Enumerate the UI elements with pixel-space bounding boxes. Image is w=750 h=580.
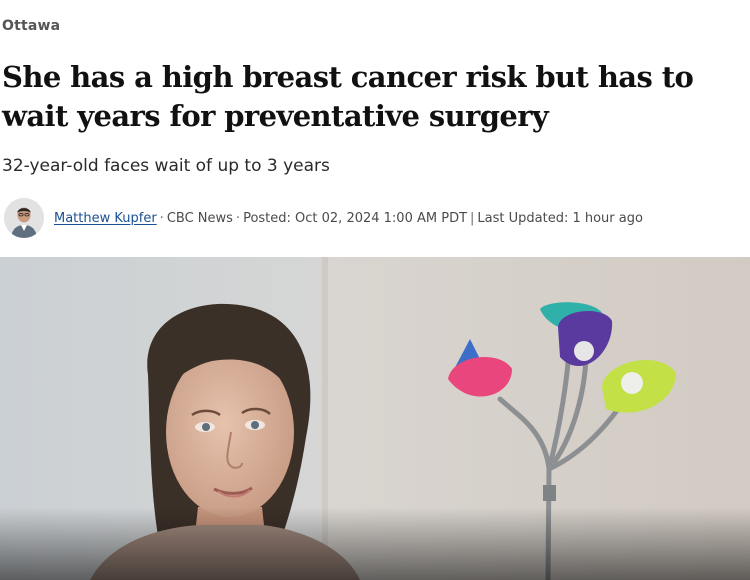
hero-video-frame[interactable] (0, 257, 750, 580)
outlet-name: CBC News (166, 210, 233, 226)
author-link[interactable]: Matthew Kupfer (54, 211, 157, 226)
byline-separator: · (235, 210, 241, 226)
author-avatar-icon (4, 198, 44, 238)
article-headline: She has a high breast cancer risk but ha… (2, 60, 694, 133)
byline-separator: · (159, 210, 164, 226)
hero-image (0, 257, 750, 580)
byline: Matthew Kupfer · CBC News · Posted: Oct … (4, 198, 744, 238)
article-subheadline: 32-year-old faces wait of up to 3 years (2, 156, 330, 176)
author-avatar[interactable] (4, 198, 44, 238)
posted-timestamp: Posted: Oct 02, 2024 1:00 AM PDT (243, 210, 468, 226)
last-updated: Last Updated: 1 hour ago (477, 210, 643, 226)
section-label[interactable]: Ottawa (2, 18, 60, 34)
byline-separator: | (470, 210, 475, 226)
